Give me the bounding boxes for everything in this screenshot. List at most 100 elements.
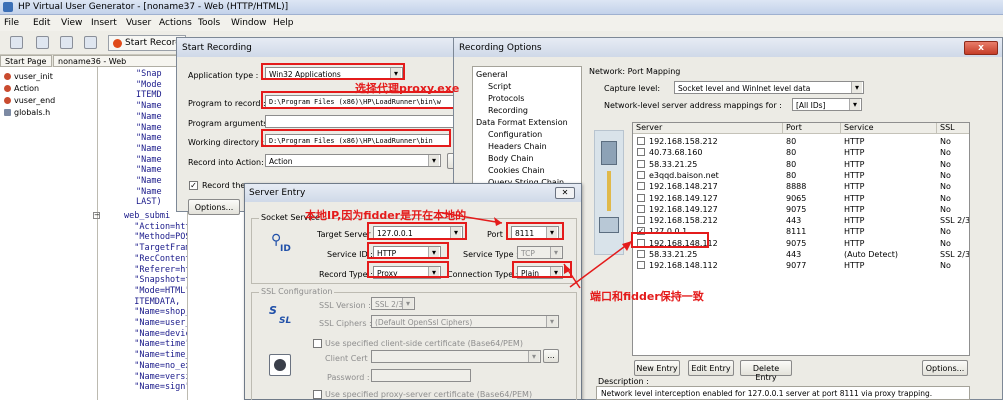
port-mapping-heading: Network: Port Mapping bbox=[589, 67, 681, 76]
tab-start-page[interactable]: Start Page bbox=[0, 55, 52, 67]
row-checkbox[interactable] bbox=[637, 193, 645, 202]
menu-tools[interactable]: Tools bbox=[198, 18, 220, 28]
tree-protocols[interactable]: Protocols bbox=[488, 94, 524, 103]
menu-window[interactable]: Window bbox=[231, 18, 267, 28]
ssl-version-select[interactable]: SSL 2/3 bbox=[371, 297, 415, 310]
new-script-icon[interactable] bbox=[10, 36, 23, 49]
record-checkbox[interactable]: ✓ bbox=[189, 181, 198, 190]
record-type-label: Record Type : bbox=[319, 270, 373, 279]
cell-ssl: No bbox=[940, 227, 951, 237]
client-cert-checkbox[interactable] bbox=[313, 339, 322, 348]
browse-cert-button[interactable]: ... bbox=[543, 349, 559, 363]
cell-port: 80 bbox=[786, 170, 797, 180]
open-icon[interactable] bbox=[36, 36, 49, 49]
server-icon bbox=[601, 141, 617, 165]
menu-actions[interactable]: Actions bbox=[159, 18, 192, 28]
tree-headers-chain[interactable]: Headers Chain bbox=[488, 142, 547, 151]
start-record-button[interactable]: Start Record bbox=[108, 35, 186, 51]
capture-level-select[interactable]: Socket level and WinInet level data bbox=[674, 81, 864, 94]
code-block-1: "Snap "Mode ITEMD "Name "Name "Name "Nam… bbox=[136, 69, 162, 208]
table-row[interactable]: 40.73.68.160 80 HTTP No bbox=[633, 147, 969, 158]
row-checkbox[interactable] bbox=[637, 159, 645, 168]
client-cert-select[interactable] bbox=[371, 350, 541, 363]
fold-toggle-icon[interactable]: − bbox=[93, 212, 100, 219]
cell-ssl: No bbox=[940, 204, 951, 214]
table-row[interactable]: 58.33.21.25 80 HTTP No bbox=[633, 159, 969, 170]
main-titlebar: HP Virtual User Generator - [noname37 - … bbox=[0, 0, 1003, 15]
tree-item-globals[interactable]: globals.h bbox=[4, 108, 50, 117]
cell-port: 8888 bbox=[786, 182, 807, 192]
tab-noname36[interactable]: noname36 - Web (HTTP/HTML bbox=[53, 55, 177, 75]
close-icon[interactable]: x bbox=[964, 41, 998, 55]
proxy-cert-checkbox[interactable] bbox=[313, 390, 322, 399]
menu-view[interactable]: View bbox=[61, 18, 82, 28]
proxy-cert-check-label: Use specified proxy-server certificate (… bbox=[325, 390, 533, 399]
tree-body-chain[interactable]: Body Chain bbox=[488, 154, 534, 163]
program-label: Program to record : bbox=[188, 99, 266, 108]
col-server[interactable]: Server bbox=[633, 123, 783, 134]
table-row[interactable]: 192.168.149.127 9075 HTTP No bbox=[633, 204, 969, 215]
tree-item-vuser-end[interactable]: vuser_end bbox=[4, 96, 55, 105]
table-row[interactable]: 192.168.149.127 9065 HTTP No bbox=[633, 193, 969, 204]
mapping-options-button[interactable]: Options... bbox=[922, 360, 968, 376]
table-row[interactable]: 192.168.148.112 9077 HTTP No bbox=[633, 260, 969, 271]
ssl-icon: S SL bbox=[269, 304, 292, 326]
row-checkbox[interactable] bbox=[637, 170, 645, 179]
ssl-config-label: SSL Configuration bbox=[259, 287, 335, 296]
connection-type-label: Connection Type : bbox=[447, 270, 519, 279]
table-row[interactable]: 192.168.158.212 443 HTTP SSL 2/3 bbox=[633, 215, 969, 226]
delete-entry-button[interactable]: Delete Entry bbox=[740, 360, 792, 382]
tree-data-format[interactable]: Data Format Extension bbox=[476, 118, 568, 127]
app-title: HP Virtual User Generator - [noname37 - … bbox=[18, 2, 289, 12]
col-service[interactable]: Service bbox=[841, 123, 937, 134]
record-into-label: Record into Action: bbox=[188, 158, 264, 167]
record-into-select[interactable]: Action bbox=[265, 154, 441, 167]
cell-server: 40.73.68.160 bbox=[649, 148, 703, 158]
find-icon[interactable] bbox=[84, 36, 97, 49]
cell-ssl: No bbox=[940, 182, 951, 192]
row-checkbox[interactable] bbox=[637, 204, 645, 213]
cell-port: 9077 bbox=[786, 261, 807, 271]
tree-cookies-chain[interactable]: Cookies Chain bbox=[488, 166, 545, 175]
col-port[interactable]: Port bbox=[783, 123, 841, 134]
cell-port: 80 bbox=[786, 159, 797, 169]
recording-options-title: Recording Options bbox=[454, 38, 1002, 57]
row-checkbox[interactable] bbox=[637, 216, 645, 225]
arrow-to-connection bbox=[563, 263, 581, 289]
tree-general[interactable]: General bbox=[476, 70, 508, 79]
tree-item-vuser-init[interactable]: vuser_init bbox=[4, 72, 53, 81]
row-checkbox[interactable] bbox=[637, 148, 645, 157]
cell-port: 443 bbox=[786, 250, 802, 259]
col-ssl[interactable]: SSL bbox=[937, 123, 969, 134]
cell-ssl: No bbox=[940, 170, 951, 180]
table-row[interactable]: 58.33.21.25 443 (Auto Detect) SSL 2/3 bbox=[633, 249, 969, 260]
table-row[interactable]: 192.168.158.212 80 HTTP No bbox=[633, 136, 969, 147]
ssl-ciphers-label: SSL Ciphers : bbox=[319, 319, 372, 328]
ssl-ciphers-select[interactable]: (Default OpenSsl Ciphers) bbox=[371, 315, 559, 328]
close-icon[interactable]: ✕ bbox=[555, 187, 575, 199]
table-row[interactable]: e3qqd.baison.net 80 HTTP No bbox=[633, 170, 969, 181]
start-options-button[interactable]: Options... bbox=[188, 199, 240, 215]
password-input[interactable] bbox=[371, 369, 471, 382]
menu-file[interactable]: File bbox=[4, 18, 19, 28]
mapping-select[interactable]: [All IDs] bbox=[792, 98, 862, 111]
menu-help[interactable]: Help bbox=[273, 18, 294, 28]
description-text: Network level interception enabled for 1… bbox=[596, 386, 970, 400]
table-row[interactable]: 192.168.148.217 8888 HTTP No bbox=[633, 181, 969, 192]
code-editor[interactable]: "Snap "Mode ITEMD "Name "Name "Name "Nam… bbox=[98, 67, 188, 400]
edit-entry-button[interactable]: Edit Entry bbox=[688, 360, 734, 376]
tree-script[interactable]: Script bbox=[488, 82, 511, 91]
menu-edit[interactable]: Edit bbox=[33, 18, 50, 28]
args-input[interactable] bbox=[265, 115, 461, 128]
new-entry-button[interactable]: New Entry bbox=[634, 360, 680, 376]
tree-item-action[interactable]: Action bbox=[4, 84, 39, 93]
cell-service: HTTP bbox=[844, 227, 865, 237]
menu-vuser[interactable]: Vuser bbox=[126, 18, 151, 28]
mapping-label: Network-level server address mappings fo… bbox=[604, 101, 782, 110]
save-icon[interactable] bbox=[60, 36, 73, 49]
menu-insert[interactable]: Insert bbox=[91, 18, 117, 28]
tree-recording[interactable]: Recording bbox=[488, 106, 528, 115]
tree-configuration[interactable]: Configuration bbox=[488, 130, 542, 139]
row-checkbox[interactable] bbox=[637, 137, 645, 145]
row-checkbox[interactable] bbox=[637, 182, 645, 191]
